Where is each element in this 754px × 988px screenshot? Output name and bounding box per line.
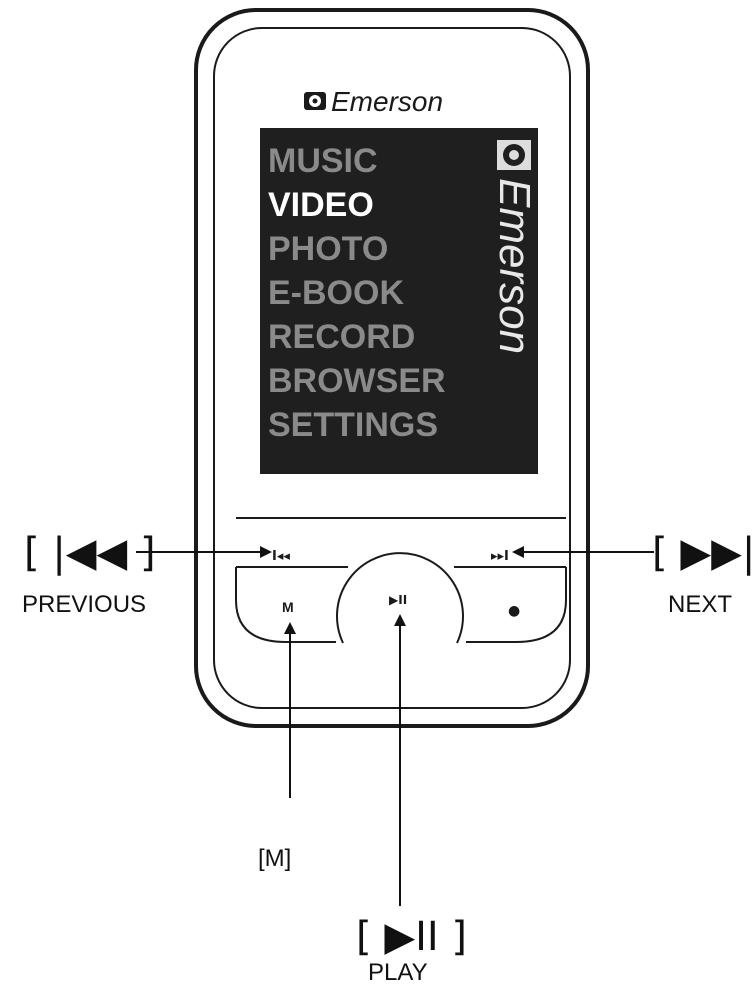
record-button-glyph[interactable]: ● bbox=[508, 603, 520, 619]
screen-vertical-brand-text: Emerson bbox=[490, 178, 539, 354]
next-callout-symbol: [ ▶▶| ] bbox=[652, 530, 754, 576]
menu-item-record[interactable]: RECORD bbox=[268, 318, 415, 356]
previous-button-glyph[interactable]: I◂◂ bbox=[272, 549, 290, 564]
play-callout-label: PLAY bbox=[368, 959, 428, 986]
menu-item-e-book[interactable]: E-BOOK bbox=[268, 274, 404, 312]
menu-item-browser[interactable]: BROWSER bbox=[268, 362, 446, 400]
emerson-player-diagram: Emerson MUSIC VIDEO PHOTO E-BOOK RECORD BROWS… bbox=[22, 8, 754, 986]
brand-logo-text: Emerson bbox=[331, 86, 443, 117]
previous-callout-symbol: [ |◀◀ ] bbox=[24, 530, 156, 576]
menu-item-settings[interactable]: SETTINGS bbox=[268, 406, 438, 444]
menu-item-music[interactable]: MUSIC bbox=[268, 142, 378, 180]
previous-callout-label: PREVIOUS bbox=[22, 591, 146, 618]
menu-button-glyph[interactable]: M bbox=[282, 599, 294, 615]
next-callout-label: NEXT bbox=[668, 591, 732, 618]
menu-item-video[interactable]: VIDEO bbox=[268, 186, 374, 224]
menu-callout-symbol: [M] bbox=[258, 845, 291, 872]
play-button-glyph[interactable]: ▶II bbox=[389, 593, 407, 607]
next-button-glyph[interactable]: ▸▸I bbox=[491, 549, 509, 564]
menu-item-photo[interactable]: PHOTO bbox=[268, 230, 388, 268]
play-callout-symbol: [ ▶II ] bbox=[356, 914, 467, 960]
